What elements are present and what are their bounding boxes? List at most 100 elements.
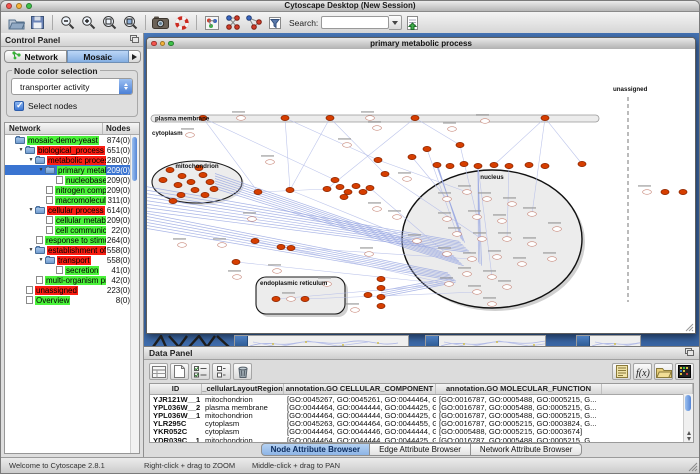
leaf-icon [46,216,53,224]
tree-row[interactable]: macromolecule311(0) [5,195,139,205]
minimize-button[interactable] [16,3,22,9]
import-attributes-icon[interactable] [654,363,673,380]
float-panel-icon[interactable] [685,348,694,358]
table-scrollbar[interactable] [683,394,693,442]
zoom-button[interactable] [168,41,174,47]
status-bar: Welcome to Cytoscape 2.8.1 Right-click +… [1,457,699,473]
node-label [448,227,461,229]
tree-row[interactable]: nucleobase-209(0) [5,175,139,185]
delete-attribute-icon[interactable] [233,363,252,380]
snapshot-icon[interactable] [150,14,171,32]
tab-edge-attribute-browser[interactable]: Edge Attribute Browser [370,443,471,456]
save-session-icon[interactable] [27,14,48,32]
tree-row[interactable]: multi-organism pro42(0) [5,275,139,285]
search-dropdown-button[interactable] [389,15,402,30]
close-button[interactable] [6,3,12,9]
column-header[interactable]: _cellularLayoutRegion [202,384,284,394]
minimize-button[interactable] [160,41,166,47]
disclosure-icon[interactable]: ▼ [27,245,35,255]
vizmapper-icon[interactable] [201,14,222,32]
nodes-column-header[interactable]: Nodes [103,123,139,134]
tree-row[interactable]: ▼metabolic process280(0) [5,155,139,165]
tree-row[interactable]: ▼primary metabo209(0) [5,165,139,175]
tree-scrollbar-thumb[interactable] [132,137,137,181]
column-header[interactable]: annotation.GO CELLULAR_COMPONENT [284,384,436,394]
close-button[interactable] [151,41,157,47]
tab-network-attribute-browser[interactable]: Network Attribute Browser [471,443,582,456]
tree-row[interactable]: nitrogen compo209(0) [5,185,139,195]
tab-network[interactable]: Network [4,50,67,63]
function-builder-icon[interactable]: f(x) [633,363,652,380]
zoom-button[interactable] [26,3,32,9]
group-label: Node color selection [12,66,100,76]
network-tab-icon [12,51,21,62]
node-label [261,155,274,157]
scroll-down-icon[interactable] [687,437,691,441]
tree-scrollbar[interactable] [130,135,139,453]
tree-row[interactable]: ▼biological_process651(0) [5,145,139,155]
select-attributes-icon[interactable] [191,363,210,380]
tree-row[interactable]: cell communicat22(0) [5,225,139,235]
network-view-window[interactable]: primary metabolic process plasma membran… [146,37,696,334]
tree-row[interactable]: response to stimul264(0) [5,235,139,245]
help-icon[interactable] [171,14,192,32]
import-table-icon[interactable] [402,14,423,32]
network-node [237,116,246,121]
table-scrollbar-thumb[interactable] [685,395,691,411]
scroll-up-icon[interactable] [687,431,691,435]
open-file-icon[interactable] [6,14,27,32]
layout-attribute-icon[interactable] [243,14,264,32]
tree-row[interactable]: mosaic-demo-yeast874(0) [5,135,139,145]
attribute-grid-icon[interactable] [149,363,168,380]
tree-label: multi-organism pro [45,276,106,285]
region-label: cytoplasm [152,130,183,137]
disclosure-icon[interactable]: ▼ [27,205,35,215]
search-input[interactable] [321,16,389,29]
zoom-in-icon[interactable] [78,14,99,32]
tree-row[interactable]: cellular metabo209(0) [5,215,139,225]
filter-icon[interactable] [264,14,285,32]
edge [285,118,378,160]
network-canvas[interactable]: plasma membranecytoplasmmitochondrionnuc… [147,49,695,333]
network-node [218,243,227,248]
attribute-editor-icon[interactable] [612,363,631,380]
attribute-matrix-icon[interactable] [675,363,694,380]
disclosure-icon[interactable]: ▼ [27,155,35,165]
tree-label: primary metabo [57,166,106,175]
zoom-out-icon[interactable] [57,14,78,32]
disclosure-icon[interactable]: ▼ [37,255,45,265]
tab-mosaic[interactable]: Mosaic [67,50,130,63]
network-column-header[interactable]: Network [5,123,103,134]
tree-row[interactable]: unassigned223(0) [5,285,139,295]
zoom-selected-icon[interactable] [120,14,141,32]
tab-scroll-right-button[interactable] [129,50,141,63]
window-resize-grip[interactable] [685,323,694,332]
tree-row[interactable]: Overview8(0) [5,295,139,305]
tree-row[interactable]: ▼transport558(0) [5,255,139,265]
column-header[interactable]: annotation.GO MOLECULAR_FUNCTION [436,384,602,394]
layout-spring-icon[interactable] [222,14,243,32]
network-node-selected-color [178,173,186,178]
float-panel-icon[interactable] [130,35,139,45]
app-resize-grip[interactable] [688,462,698,472]
tree-row[interactable]: secretion41(0) [5,265,139,275]
tab-node-attribute-browser[interactable]: Node Attribute Browser [261,443,371,456]
select-nodes-checkbox[interactable] [14,101,24,111]
title-bar[interactable]: Cytoscape Desktop (New Session) [1,1,699,12]
disclosure-icon[interactable]: ▼ [37,165,45,175]
node-label [268,264,281,266]
control-panel-tabs: Network Mosaic [1,47,143,65]
new-attribute-icon[interactable] [170,363,189,380]
disclosure-icon[interactable]: ▼ [17,145,25,155]
network-node [443,217,452,222]
folder-icon [35,247,45,254]
zoom-fit-icon[interactable] [99,14,120,32]
unselect-attributes-icon[interactable] [212,363,231,380]
table-row[interactable]: YDR039C__1mitochondrion[GO:0044464, GO:0… [150,436,693,443]
tree-row[interactable]: ▼cellular process614(0) [5,205,139,215]
svg-text:f(x): f(x) [636,368,650,378]
tree-row[interactable]: ▼establishment of lo558(0) [5,245,139,255]
node-color-dropdown[interactable]: transporter activity [11,78,133,95]
column-header[interactable]: ID [150,384,202,394]
node-label [503,197,516,199]
